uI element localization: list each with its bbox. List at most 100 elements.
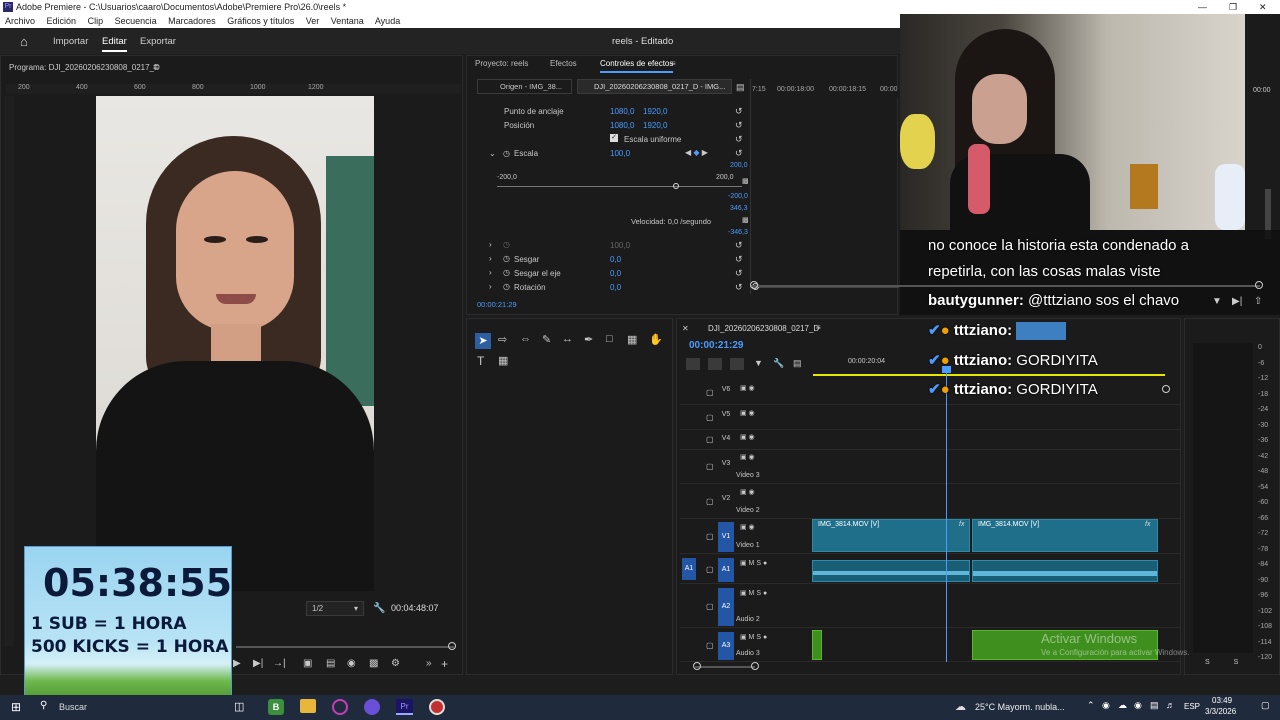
source-tab[interactable]: Origen - IMG_38... <box>477 79 572 94</box>
close-button[interactable]: ✕ <box>1259 0 1267 15</box>
ripple-edit-tool-icon[interactable]: ⇔ <box>520 333 531 345</box>
obs-icon[interactable] <box>429 699 445 715</box>
track-target-v5[interactable]: V5 <box>718 411 734 418</box>
menu-ayuda[interactable]: Ayuda <box>375 16 400 26</box>
timeline-timecode[interactable]: 00:00:21:29 <box>689 340 743 351</box>
video-track-controls[interactable]: ▣ ◉ <box>740 523 755 531</box>
snap-icon[interactable] <box>708 358 722 370</box>
keyboard-language[interactable]: ESP <box>1184 702 1200 711</box>
video-track-controls[interactable]: ▣ ◉ <box>740 384 755 392</box>
menu-graficos[interactable]: Gráficos y títulos <box>227 16 294 26</box>
lock-icon[interactable]: ▢ <box>706 532 714 541</box>
video-clip[interactable]: IMG_3814.MOV [V] fx <box>972 519 1158 552</box>
settings-icon[interactable]: ⚙ <box>391 658 400 669</box>
go-to-out-icon[interactable]: →| <box>273 658 286 669</box>
expand-chevron-icon[interactable]: › <box>489 254 492 263</box>
reset-icon[interactable]: ↺ <box>735 254 743 265</box>
toggle-icon[interactable]: ▤ <box>736 82 745 93</box>
source-patch-a1[interactable]: A1 <box>682 558 696 580</box>
playhead[interactable] <box>946 370 947 662</box>
filter-icon[interactable]: ▼ <box>1212 296 1222 307</box>
lock-icon[interactable]: ▢ <box>706 413 714 422</box>
track-target-v3[interactable]: V3 <box>718 460 734 467</box>
type-tool-icon[interactable]: T <box>477 354 484 368</box>
notifications-icon[interactable]: ▢ <box>1261 700 1270 711</box>
stopwatch-icon[interactable]: ◷ <box>503 254 510 263</box>
track-target-a1[interactable]: A1 <box>718 558 734 582</box>
app-circle-icon[interactable] <box>332 699 348 715</box>
export-frame-icon[interactable]: ⇧ <box>1254 296 1262 307</box>
clock-time[interactable]: 03:49 <box>1212 696 1232 705</box>
premiere-taskbar-icon[interactable]: Pr <box>396 699 413 715</box>
export-tab[interactable]: Exportar <box>140 36 176 47</box>
edit-tab[interactable]: Editar <box>102 36 127 52</box>
pen-tool-icon[interactable]: ✒ <box>584 333 593 346</box>
audio-track-controls[interactable]: ▣ M S ● <box>740 633 767 641</box>
track-target-a3[interactable]: A3 <box>718 632 734 660</box>
weather-text[interactable]: 25°C Mayorm. nubla... <box>975 702 1065 712</box>
maximize-button[interactable]: ❐ <box>1229 0 1237 15</box>
reset-icon[interactable]: ↺ <box>735 134 743 145</box>
lock-icon[interactable]: ▢ <box>706 565 714 574</box>
tab-effect-controls[interactable]: Controles de efectos <box>600 59 674 73</box>
taskbar-search-label[interactable]: Buscar <box>59 702 87 712</box>
play-icon[interactable]: ▶ <box>233 658 241 669</box>
expand-chevron-icon[interactable]: ⌄ <box>489 149 496 158</box>
expand-chevron-icon[interactable]: › <box>489 268 492 277</box>
track-target-v6[interactable]: V6 <box>718 386 734 393</box>
close-icon[interactable]: ✕ <box>682 324 689 333</box>
selection-tool-icon[interactable]: ➤ <box>475 333 491 349</box>
prop-scale-value[interactable]: 100,0 <box>610 149 630 158</box>
razor-tool-icon[interactable]: ✎ <box>542 333 551 346</box>
reset-icon[interactable]: ↺ <box>735 282 743 293</box>
audio-clip-green[interactable] <box>812 630 822 660</box>
sequence-tab[interactable]: DJI_20260206230808_0217_D - IMG... <box>577 79 732 94</box>
tab-effects[interactable]: Efectos <box>550 59 577 68</box>
captions-icon[interactable]: ▤ <box>793 358 802 369</box>
lock-icon[interactable]: ▢ <box>706 602 714 611</box>
panel-menu-icon[interactable]: ≡ <box>671 59 676 68</box>
audio-clip[interactable] <box>972 560 1158 582</box>
tray-app-icon[interactable]: ◉ <box>1102 700 1110 711</box>
wrench-icon[interactable]: 🔧 <box>373 603 385 614</box>
menu-archivo[interactable]: Archivo <box>5 16 35 26</box>
nest-icon[interactable] <box>686 358 700 370</box>
lift-icon[interactable]: ▣ <box>303 658 312 669</box>
lock-icon[interactable]: ▢ <box>706 497 714 506</box>
menu-edicion[interactable]: Edición <box>47 16 77 26</box>
reset-icon[interactable]: ↺ <box>735 268 743 279</box>
video-track-controls[interactable]: ▣ ◉ <box>740 409 755 417</box>
audio-track-controls[interactable]: ▣ M S ● <box>740 559 767 567</box>
timeline-scrollbar[interactable] <box>695 666 755 668</box>
video-track-controls[interactable]: ▣ ◉ <box>740 488 755 496</box>
menu-clip[interactable]: Clip <box>88 16 104 26</box>
add-marker-icon[interactable]: ▼ <box>754 358 763 368</box>
prop-rotation-value[interactable]: 0,0 <box>610 283 621 292</box>
windows-start-icon[interactable]: ⊞ <box>11 700 21 714</box>
lock-icon[interactable]: ▢ <box>706 435 714 444</box>
track-target-v1[interactable]: V1 <box>718 522 734 552</box>
graph-icon[interactable]: ▩ <box>742 216 749 224</box>
prop-anchor-y[interactable]: 1920,0 <box>643 107 667 116</box>
extract-icon[interactable]: ▤ <box>326 658 335 669</box>
stopwatch-icon[interactable]: ◷ <box>503 268 510 277</box>
scrub-bar[interactable] <box>236 646 454 648</box>
volume-icon[interactable]: ♬ <box>1166 700 1175 710</box>
network-icon[interactable]: ▤ <box>1150 700 1159 711</box>
home-icon[interactable]: ⌂ <box>20 34 28 49</box>
reset-icon[interactable]: ↺ <box>735 148 743 159</box>
video-track-controls[interactable]: ▣ ◉ <box>740 433 755 441</box>
timeline-settings-icon[interactable]: 🔧 <box>773 358 784 369</box>
scroll-handle[interactable] <box>750 281 758 289</box>
panel-menu-icon[interactable]: ≡ <box>153 62 158 72</box>
camera-icon[interactable]: ◉ <box>347 658 356 669</box>
scroll-handle[interactable] <box>751 662 759 670</box>
scroll-handle[interactable] <box>1255 281 1263 289</box>
prop-position-x[interactable]: 1080,0 <box>610 121 634 130</box>
lock-icon[interactable]: ▢ <box>706 388 714 397</box>
linked-selection-icon[interactable] <box>730 358 744 370</box>
stopwatch-icon[interactable]: ◷ <box>503 282 510 291</box>
prop-skew-value[interactable]: 0,0 <box>610 255 621 264</box>
scrub-end-handle[interactable] <box>448 642 456 650</box>
rectangle-tool-icon[interactable]: □ <box>606 333 613 345</box>
